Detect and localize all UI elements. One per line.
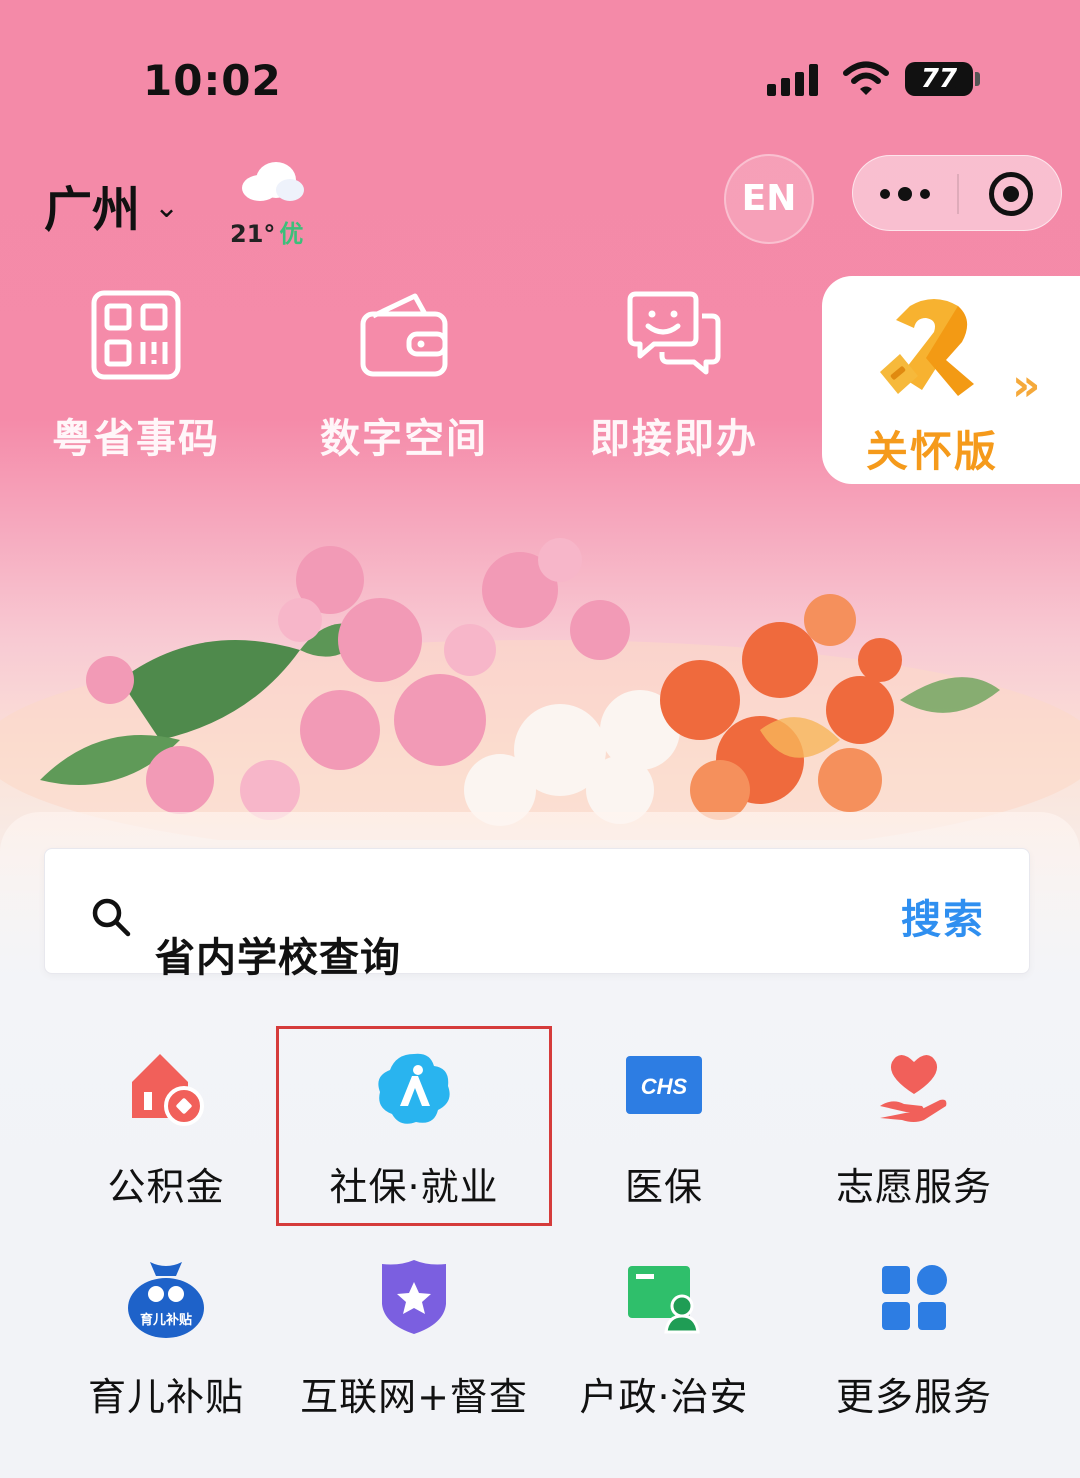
svg-text:CHS: CHS xyxy=(641,1074,688,1099)
status-icons: 77 xyxy=(765,58,985,102)
language-button[interactable]: EN xyxy=(724,154,814,244)
city-name: 广州 xyxy=(44,182,141,238)
service-label: 户政·治安 xyxy=(579,1375,749,1419)
quick-action-label: 数字空间 xyxy=(320,416,488,462)
wifi-icon xyxy=(843,61,889,95)
wallet-icon xyxy=(360,293,448,377)
chat-bubbles-icon xyxy=(627,291,721,375)
grid-more-icon xyxy=(882,1265,947,1330)
quick-action-label: 粤省事码 xyxy=(52,416,220,462)
quick-action-instant-service[interactable]: 即接即办 xyxy=(564,290,784,480)
capsule-divider xyxy=(957,174,959,214)
qr-code-icon xyxy=(91,290,181,380)
service-childcare-subsidy[interactable]: 育儿补贴 育儿补贴 xyxy=(36,1258,296,1438)
temperature-value: 21° xyxy=(230,220,276,248)
house-fund-icon xyxy=(132,1054,204,1126)
cloud-icon xyxy=(242,162,304,201)
more-options-button[interactable] xyxy=(853,156,957,232)
search-bar[interactable]: 省内学校查询 搜索 xyxy=(44,848,1030,981)
air-quality: 优 xyxy=(279,220,304,248)
service-label: 志愿服务 xyxy=(835,1165,992,1209)
service-medical-insurance[interactable]: CHS 医保 xyxy=(534,1048,794,1228)
service-label: 医保 xyxy=(624,1165,703,1209)
quick-action-digital-space[interactable]: 数字空间 xyxy=(294,290,514,480)
weather-widget[interactable]: 21° 优 xyxy=(230,160,320,250)
svg-text:育儿补贴: 育儿补贴 xyxy=(140,1312,192,1328)
service-more[interactable]: 更多服务 xyxy=(784,1258,1044,1438)
battery-icon: 77 xyxy=(905,62,973,96)
app-screen: 10:02 77 广州 ⌄ 21° 优 EN 粤省事码 数字空间 即接即办 » … xyxy=(0,0,1080,1478)
chevron-down-icon: ⌄ xyxy=(154,189,180,225)
status-time: 10:02 xyxy=(143,56,282,105)
id-card-icon xyxy=(628,1266,700,1334)
quick-action-label: 即接即办 xyxy=(590,416,758,462)
flower-banner-illustration xyxy=(0,538,1080,840)
quick-action-qr-code[interactable]: 粤省事码 xyxy=(26,290,246,480)
service-volunteer[interactable]: 志愿服务 xyxy=(784,1048,1044,1228)
search-input[interactable]: 省内学校查询 xyxy=(155,925,401,983)
service-housing-fund[interactable]: 公积金 xyxy=(36,1048,296,1228)
care-ribbon-icon xyxy=(880,299,974,396)
search-button[interactable]: 搜索 xyxy=(901,887,985,945)
service-label: 育儿补贴 xyxy=(87,1375,244,1419)
search-icon xyxy=(92,898,131,937)
battery-tip xyxy=(975,72,980,86)
heart-hand-icon xyxy=(880,1055,947,1122)
childcare-subsidy-icon: 育儿补贴 xyxy=(128,1262,204,1338)
service-label: 互联网+督查 xyxy=(300,1375,528,1419)
close-target-icon[interactable] xyxy=(989,172,1033,216)
shield-star-icon xyxy=(382,1260,446,1334)
battery-level: 77 xyxy=(920,64,958,94)
service-label: 更多服务 xyxy=(835,1375,992,1419)
more-dots-icon xyxy=(880,189,890,199)
service-internet-supervision[interactable]: 互联网+督查 xyxy=(284,1258,544,1438)
mini-program-capsule xyxy=(852,155,1062,231)
service-household-security[interactable]: 户政·治安 xyxy=(534,1258,794,1438)
chs-medical-insurance-icon: CHS xyxy=(626,1056,702,1114)
service-label: 公积金 xyxy=(107,1165,225,1209)
highlight-box xyxy=(276,1026,552,1226)
care-mode-label: 关怀版 xyxy=(866,427,999,476)
temperature: 21° 优 xyxy=(230,214,303,249)
double-chevron-right-icon: » xyxy=(1012,360,1041,411)
city-selector[interactable]: 广州 ⌄ xyxy=(44,170,179,240)
care-mode-card[interactable]: » 关怀版 xyxy=(822,276,1080,484)
